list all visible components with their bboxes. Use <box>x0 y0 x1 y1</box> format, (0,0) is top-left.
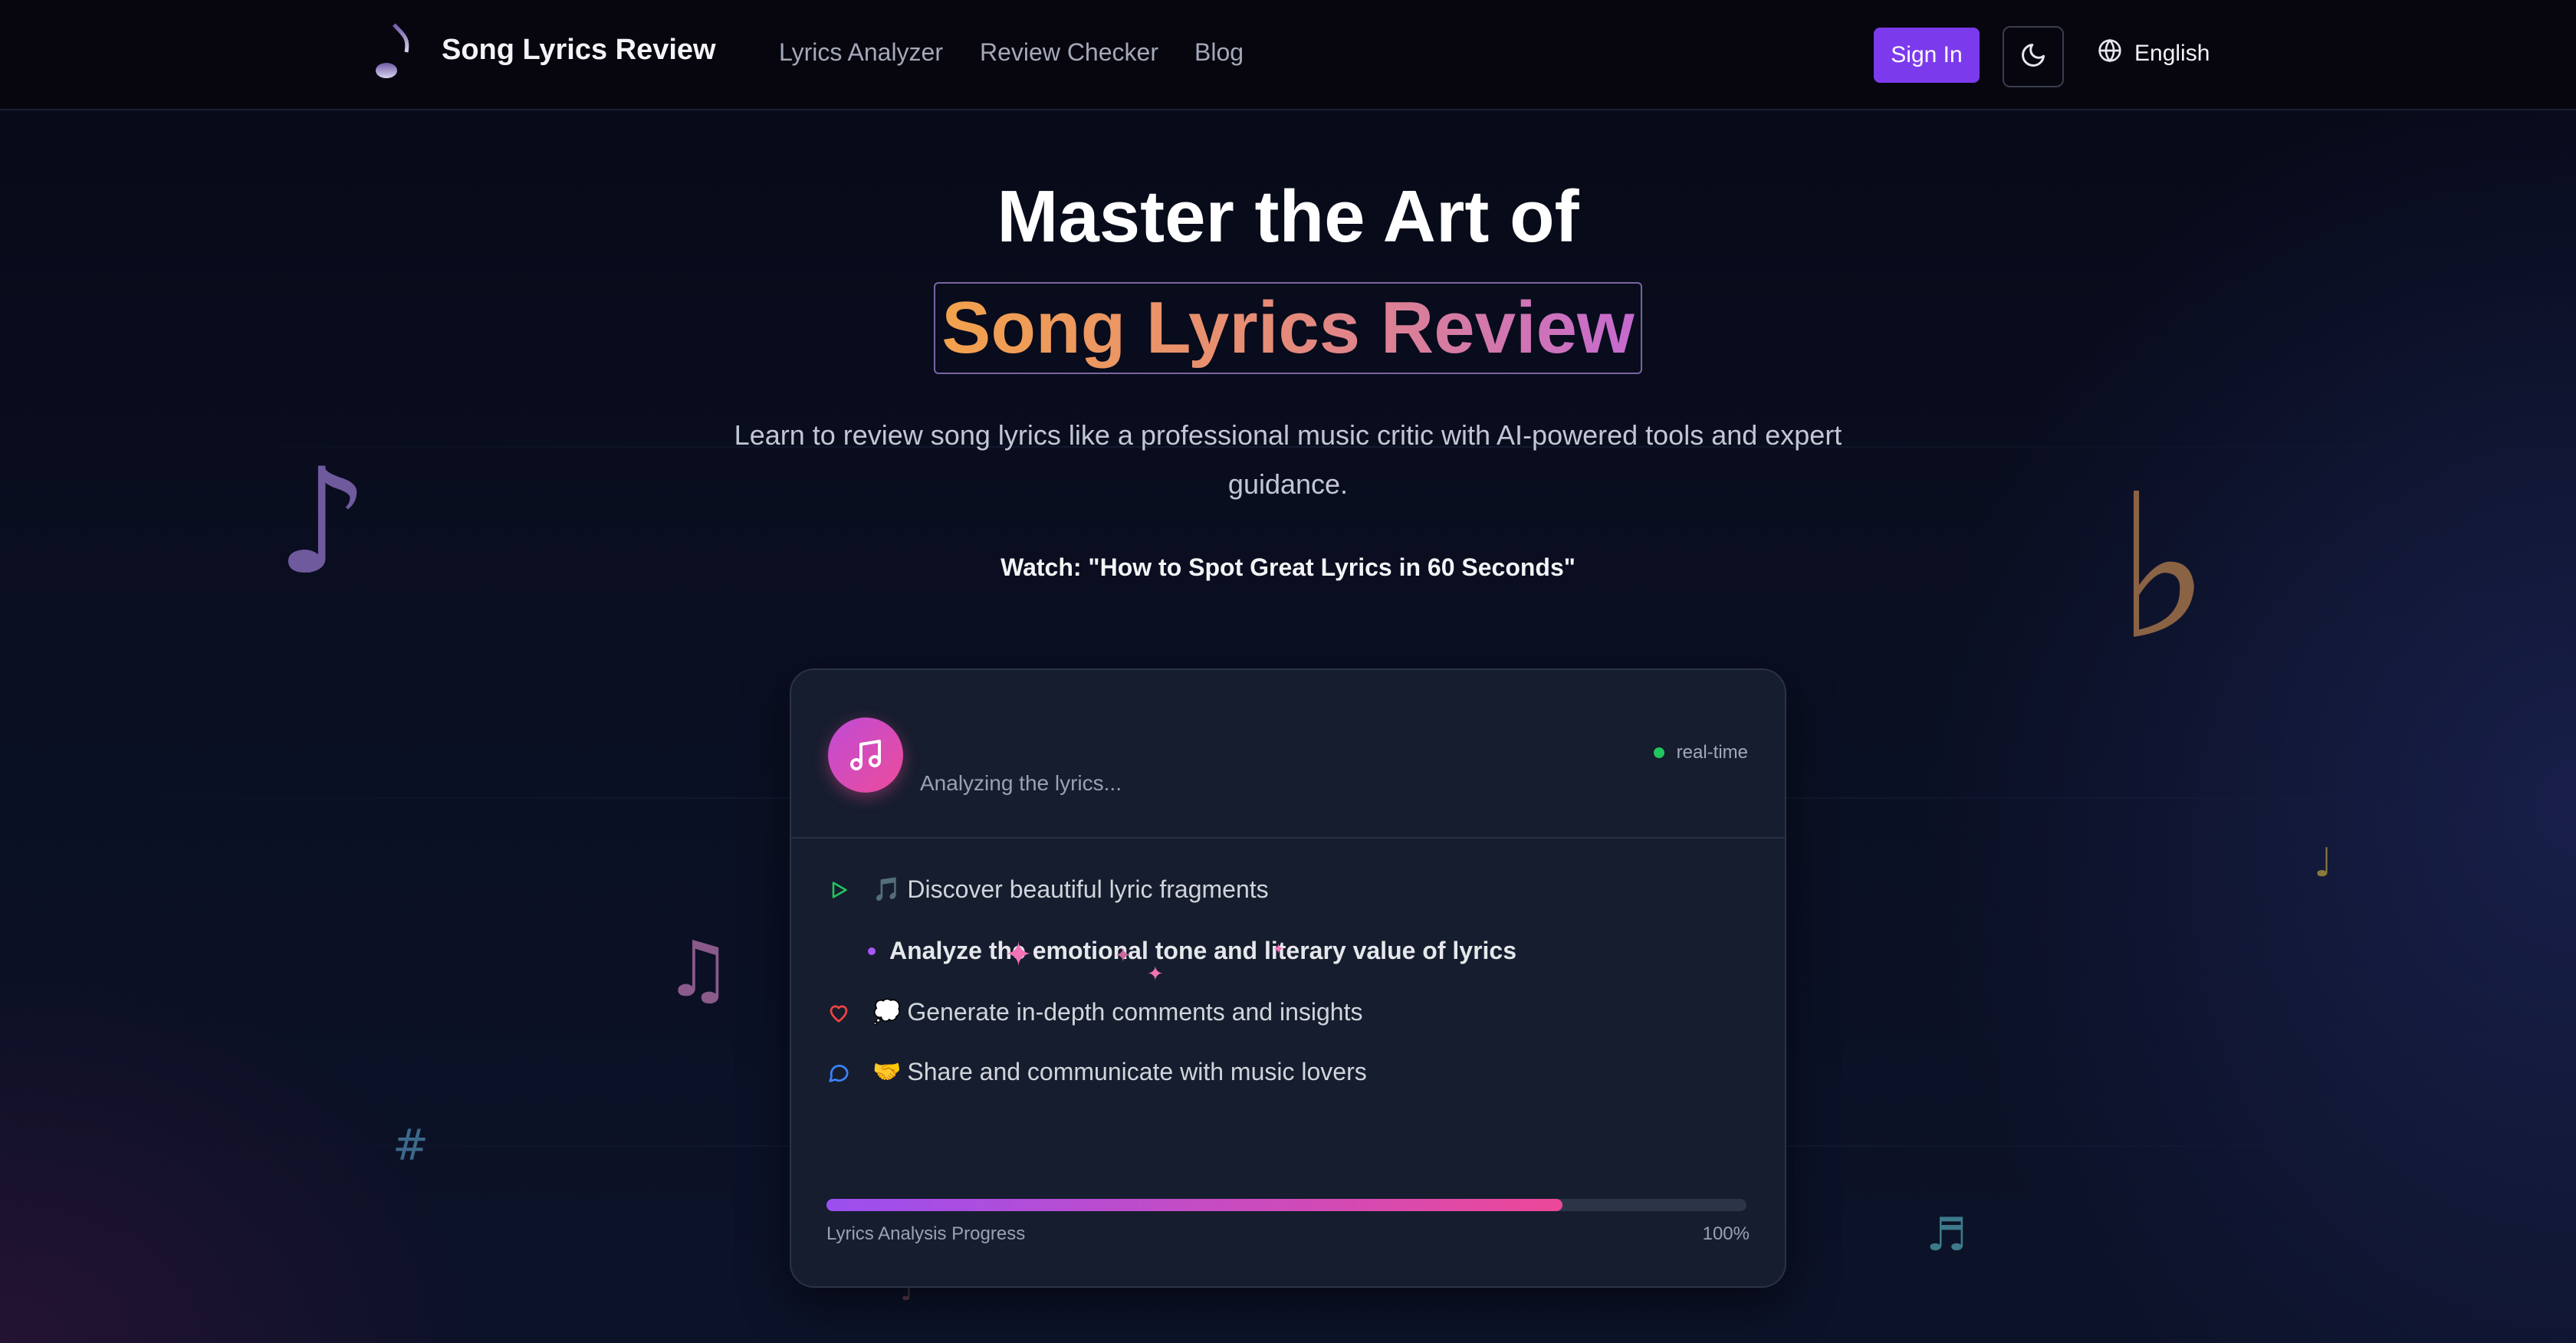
theme-toggle-button[interactable] <box>2003 26 2064 87</box>
step-discover: 🎵 Discover beautiful lyric fragments <box>826 875 1269 904</box>
step-generate: 💭 Generate in-depth comments and insight… <box>826 998 1362 1026</box>
step-text: Generate in-depth comments and insights <box>907 998 1363 1026</box>
top-navbar: Song Lyrics Review Lyrics Analyzer Revie… <box>0 0 2576 110</box>
step-emoji: 💭 <box>872 999 902 1026</box>
heart-icon <box>826 1000 851 1025</box>
nav-lyrics-analyzer[interactable]: Lyrics Analyzer <box>779 38 943 67</box>
chat-icon <box>826 1060 851 1085</box>
step-text: Share and communicate with music lovers <box>907 1058 1367 1085</box>
floating-note-icon: ♫ <box>664 924 733 1014</box>
floating-sharp-icon: # <box>393 1121 429 1171</box>
step-share: 🤝 Share and communicate with music lover… <box>826 1058 1367 1086</box>
language-label: English <box>2134 41 2210 66</box>
step-analyze-active: Analyze the emotional tone and literary … <box>868 937 1516 965</box>
sparkle-icon: ✦ <box>1273 941 1285 957</box>
step-text: Discover beautiful lyric fragments <box>907 875 1269 903</box>
active-bullet <box>868 947 876 955</box>
nav-review-checker[interactable]: Review Checker <box>980 38 1158 67</box>
live-dot <box>1653 747 1664 758</box>
hero-highlight-box: Song Lyrics Review <box>934 282 1642 374</box>
step-emoji: 🤝 <box>872 1059 902 1085</box>
sparkle-icon: ✦ <box>1147 963 1164 986</box>
sign-in-button[interactable]: Sign In <box>1874 28 1980 83</box>
play-icon <box>826 878 851 902</box>
realtime-indicator: real-time <box>1653 742 1748 763</box>
hero-highlight-text: Song Lyrics Review <box>941 287 1635 369</box>
step-emoji: 🎵 <box>872 876 902 903</box>
step-text: Analyze the emotional tone and literary … <box>889 937 1517 964</box>
music-note-icon[interactable] <box>354 17 431 86</box>
floating-note-icon: ♪ <box>276 437 370 606</box>
hero-subtitle: Learn to review song lyrics like a profe… <box>734 419 1842 500</box>
language-selector[interactable]: English <box>2098 38 2210 69</box>
realtime-label: real-time <box>1676 742 1748 763</box>
card-header: Analyzing the lyrics... real-time <box>791 670 1785 839</box>
nav-blog[interactable]: Blog <box>1194 38 1244 67</box>
floating-note-icon: ♩ <box>2314 840 2333 886</box>
music-avatar-icon <box>828 717 903 793</box>
brand-name[interactable]: Song Lyrics Review <box>442 34 716 67</box>
sparkle-icon: ✦ <box>1004 935 1033 974</box>
hero-title: Master the Art of <box>997 176 1579 258</box>
analysis-status: Analyzing the lyrics... <box>920 771 1122 795</box>
floating-note-icon: ♬ <box>1926 1208 1967 1262</box>
analysis-card: Analyzing the lyrics... real-time <box>790 668 1786 1288</box>
sparkle-icon: ✦ <box>1115 944 1132 967</box>
floating-flat-icon: ♭ <box>2116 452 2210 684</box>
globe-icon <box>2098 38 2122 69</box>
moon-icon <box>2019 41 2047 73</box>
